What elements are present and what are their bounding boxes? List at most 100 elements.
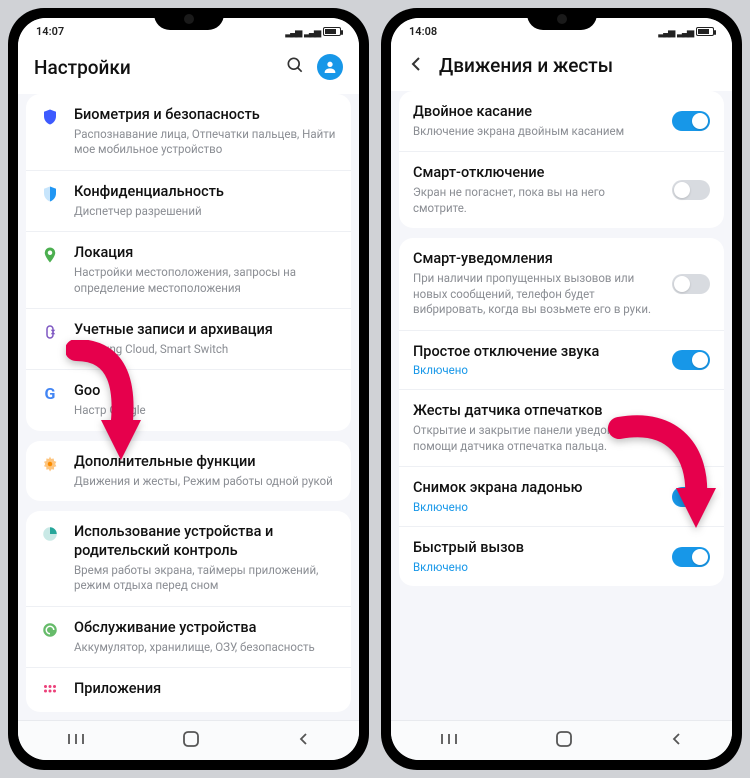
row-title: Локация [74, 244, 337, 263]
apps-icon [40, 680, 60, 700]
row-easy-mute[interactable]: Простое отключение звука Включено [399, 331, 724, 391]
notch [154, 8, 224, 30]
screen-left: 14:07 Настройки [18, 18, 359, 760]
clock: 14:08 [409, 25, 437, 38]
row-title: Простое отключение звука [413, 343, 658, 362]
row-google[interactable]: G Goo Настр Google [26, 370, 351, 430]
row-subtitle: При наличии пропущенных вызовов или новы… [413, 271, 658, 318]
battery-icon [323, 27, 341, 36]
row-state: Включено [413, 560, 658, 574]
row-title: Учетные записи и архивация [74, 321, 337, 340]
status-indicators [658, 25, 714, 38]
row-subtitle: Настройки местоположения, запросы на опр… [74, 265, 337, 296]
page-header: Настройки [18, 44, 359, 94]
screen-right: 14:08 Движения и жесты Двойное касание В… [391, 18, 732, 760]
toggle-switch[interactable] [672, 274, 710, 294]
row-title: Приложения [74, 680, 337, 699]
row-title: Смарт-уведомления [413, 250, 658, 269]
row-direct-call[interactable]: Быстрый вызов Включено [399, 527, 724, 586]
row-title: Конфиденциальность [74, 183, 337, 202]
page-title: Движения и жесты [439, 54, 716, 77]
home-button[interactable] [555, 730, 573, 752]
search-icon[interactable] [285, 55, 305, 79]
toggle-switch[interactable] [672, 111, 710, 131]
signal-icon [285, 25, 300, 38]
recents-button[interactable] [439, 731, 459, 750]
row-subtitle: Настр Google [74, 403, 337, 419]
row-title: Обслуживание устройства [74, 619, 337, 638]
row-smart-stay[interactable]: Смарт-отключение Экран не погаснет, пока… [399, 152, 724, 228]
row-subtitle: Движения и жесты, Режим работы одной рук… [74, 474, 337, 490]
row-double-tap[interactable]: Двойное касание Включение экрана двойным… [399, 91, 724, 152]
content[interactable]: Биометрия и безопасность Распознавание л… [18, 94, 359, 720]
profile-avatar[interactable] [317, 54, 343, 80]
row-title: Жесты датчика отпечатков [413, 402, 710, 421]
row-state: Включено [413, 363, 658, 377]
content[interactable]: Двойное касание Включение экрана двойным… [391, 91, 732, 720]
status-indicators [285, 25, 341, 38]
row-biometrics[interactable]: Биометрия и безопасность Распознавание л… [26, 94, 351, 171]
toggle-switch[interactable] [672, 180, 710, 200]
signal-icon [677, 25, 692, 38]
phone-right: 14:08 Движения и жесты Двойное касание В… [381, 8, 742, 770]
back-icon[interactable] [407, 55, 427, 77]
advanced-icon [40, 453, 60, 473]
row-subtitle: Открытие и закрытие панели уведомлений п… [413, 423, 710, 454]
row-subtitle: Экран не погаснет, пока вы на него смотр… [413, 185, 658, 216]
phone-left: 14:07 Настройки [8, 8, 369, 770]
row-smart-alert[interactable]: Смарт-уведомления При наличии пропущенны… [399, 238, 724, 330]
row-accounts[interactable]: Учетные записи и архивация Samsung Cloud… [26, 309, 351, 370]
page-title: Настройки [34, 56, 273, 79]
battery-icon [696, 27, 714, 36]
row-device-care[interactable]: Обслуживание устройства Аккумулятор, хра… [26, 607, 351, 668]
row-fingerprint-gestures[interactable]: Жесты датчика отпечатков Открытие и закр… [399, 390, 724, 467]
clock: 14:07 [36, 25, 64, 38]
signal-icon [304, 25, 319, 38]
page-header: Движения и жесты [391, 44, 732, 91]
row-subtitle: Samsung Cloud, Smart Switch [74, 342, 337, 358]
row-advanced[interactable]: Дополнительные функции Движения и жесты,… [26, 441, 351, 501]
row-subtitle: Аккумулятор, хранилище, ОЗУ, безопасност… [74, 640, 337, 656]
nav-bar [18, 720, 359, 760]
row-apps[interactable]: Приложения [26, 668, 351, 712]
toggle-switch[interactable] [672, 487, 710, 507]
location-icon [40, 244, 60, 264]
home-button[interactable] [182, 730, 200, 752]
care-icon [40, 619, 60, 639]
row-state: Включено [413, 500, 658, 514]
nav-bar [391, 720, 732, 760]
row-title: Двойное касание [413, 103, 658, 122]
settings-group-security: Биометрия и безопасность Распознавание л… [26, 94, 351, 431]
gestures-group-1: Двойное касание Включение экрана двойным… [399, 91, 724, 228]
gestures-group-2: Смарт-уведомления При наличии пропущенны… [399, 238, 724, 586]
row-location[interactable]: Локация Настройки местоположения, запрос… [26, 232, 351, 309]
accounts-icon [40, 321, 60, 341]
settings-group-care: Использование устройства и родительский … [26, 511, 351, 712]
row-subtitle: Диспетчер разрешений [74, 204, 337, 220]
row-usage[interactable]: Использование устройства и родительский … [26, 511, 351, 607]
recents-button[interactable] [66, 731, 86, 750]
row-subtitle: Включение экрана двойным касанием [413, 124, 658, 140]
signal-icon [658, 25, 673, 38]
row-title: Снимок экрана ладонью [413, 479, 658, 498]
row-title: Goo [74, 382, 337, 401]
row-title: Использование устройства и родительский … [74, 523, 337, 561]
row-palm-screenshot[interactable]: Снимок экрана ладонью Включено [399, 467, 724, 527]
notch [527, 8, 597, 30]
privacy-icon [40, 183, 60, 203]
settings-group-advanced: Дополнительные функции Движения и жесты,… [26, 441, 351, 501]
row-title: Быстрый вызов [413, 539, 658, 558]
row-subtitle: Время работы экрана, таймеры приложений,… [74, 563, 337, 594]
row-title: Смарт-отключение [413, 164, 658, 183]
row-privacy[interactable]: Конфиденциальность Диспетчер разрешений [26, 171, 351, 232]
row-title: Биометрия и безопасность [74, 106, 337, 125]
toggle-switch[interactable] [672, 350, 710, 370]
back-button[interactable] [670, 731, 684, 750]
usage-icon [40, 523, 60, 543]
shield-icon [40, 106, 60, 126]
row-subtitle: Распознавание лица, Отпечатки пальцев, Н… [74, 127, 337, 158]
toggle-switch[interactable] [672, 547, 710, 567]
back-button[interactable] [297, 731, 311, 750]
google-icon: G [40, 382, 60, 403]
row-title: Дополнительные функции [74, 453, 337, 472]
